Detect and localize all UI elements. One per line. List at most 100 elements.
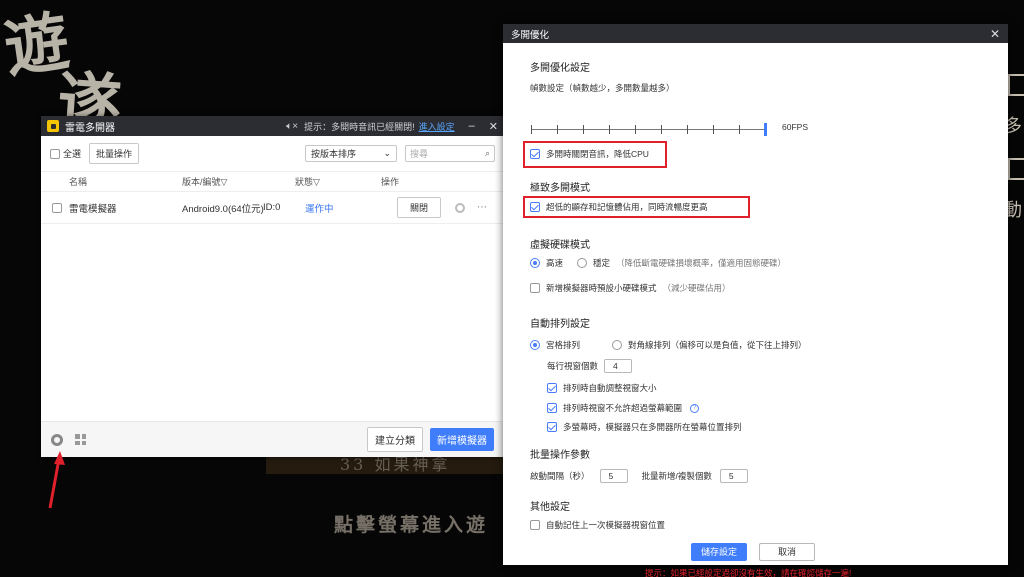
per-row-input[interactable]: 4 xyxy=(604,359,633,373)
help-icon[interactable]: ? xyxy=(690,403,700,413)
save-settings-button[interactable]: 儲存設定 xyxy=(691,543,747,561)
within-screen-checkbox[interactable] xyxy=(547,403,557,413)
multi-screen-label: 多螢幕時，模擬器只在多開器所在螢幕位置排列 xyxy=(563,422,742,432)
per-row-setting: 每行視窗個數 4 xyxy=(547,359,633,373)
small-disk-option: 新增模擬器時預設小硬碟模式 （減少硬碟佔用） xyxy=(530,282,731,294)
batch-count-input[interactable]: 5 xyxy=(719,469,748,483)
dialog-title: 多開優化 xyxy=(511,29,550,41)
radio-fast[interactable] xyxy=(530,258,540,268)
search-placeholder: 搜尋 xyxy=(410,149,429,159)
manager-title: 雷電多開器 xyxy=(65,122,115,134)
multi-screen-checkbox[interactable] xyxy=(547,422,557,432)
dialog-titlebar: 多開優化 ✕ xyxy=(503,24,1008,43)
fps-slider-handle[interactable] xyxy=(764,123,767,136)
arrange-option-2: 排列時視窗不允許超過螢幕範圍 ? xyxy=(547,402,700,414)
minimize-button[interactable]: – xyxy=(469,120,475,132)
row-checkbox[interactable] xyxy=(52,202,62,213)
filter-icon[interactable]: ▽ xyxy=(313,177,320,187)
search-icon: ⌕ xyxy=(484,148,490,158)
section-virtual-disk-heading: 虛擬硬碟模式 xyxy=(530,240,590,251)
emulator-name: 雷電模擬器 xyxy=(69,203,117,215)
column-action: 操作 xyxy=(381,177,400,187)
table-header: 名稱 版本/編號▽ 狀態▽ 操作 xyxy=(41,172,504,192)
section-optimization-heading: 多開優化設定 xyxy=(530,63,590,74)
create-group-button[interactable]: 建立分類 xyxy=(367,427,423,452)
close-button[interactable]: ✕ xyxy=(489,120,498,133)
table-row: 雷電模擬器 Android9.0(64位元) ID:0 運作中 關閉 ⋯ xyxy=(41,192,504,224)
filter-icon[interactable]: ▽ xyxy=(221,177,228,187)
new-emulator-button[interactable]: 新增模擬器 xyxy=(430,428,494,451)
extreme-mode-checkbox[interactable] xyxy=(530,202,540,212)
column-name: 名稱 xyxy=(69,177,88,187)
dialog-close-button[interactable]: ✕ xyxy=(990,27,1000,41)
small-disk-label: 新增模擬器時預設小硬碟模式 xyxy=(546,283,657,293)
interval-input[interactable]: 5 xyxy=(599,469,628,483)
remember-position-option: 自動記住上一次模擬器視窗位置 xyxy=(530,519,665,531)
auto-resize-label: 排列時自動調整視窗大小 xyxy=(563,383,657,393)
interval-label: 啟動間隔（秒） xyxy=(530,471,590,481)
manager-toolbar: 全選 批量操作 按版本排序 ⌄ 搜尋 ⌕ xyxy=(41,136,504,172)
remember-position-checkbox[interactable] xyxy=(530,520,540,530)
sort-select[interactable]: 按版本排序 ⌄ xyxy=(305,145,397,162)
gear-icon[interactable] xyxy=(51,433,63,446)
close-emulator-button[interactable]: 關閉 xyxy=(397,197,442,218)
more-icon[interactable]: ⋯ xyxy=(477,202,487,213)
cancel-button[interactable]: 取消 xyxy=(759,543,815,561)
ldplayer-logo-icon xyxy=(47,120,59,132)
multi-instance-manager-window: 雷電多開器 🔈︎× 提示：多開時音訊已經關閉! 進入設定 – ✕ 全選 批量操作… xyxy=(41,116,504,457)
radio-grid-label: 宮格排列 xyxy=(546,340,581,350)
red-arrow-annotation xyxy=(48,451,65,509)
emulator-version: Android9.0(64位元) xyxy=(182,203,264,215)
radio-diagonal[interactable] xyxy=(612,340,623,350)
section-extreme-heading: 極致多開模式 xyxy=(530,183,590,194)
save-hint: 提示：如果已經設定過卻沒有生效，請在確認儲存一遍! xyxy=(645,568,852,577)
column-status: 狀態▽ xyxy=(295,177,320,187)
small-disk-checkbox[interactable] xyxy=(530,283,540,293)
batch-operation-button[interactable]: 批量操作 xyxy=(89,143,140,164)
enter-settings-link[interactable]: 進入設定 xyxy=(419,120,455,133)
disk-mode-radios: 高速 穩定 （降低斷電硬碟損壞概率，僅適用固態硬碟） xyxy=(530,257,786,269)
arrange-option-1: 排列時自動調整視窗大小 xyxy=(547,382,657,394)
manager-titlebar: 雷電多開器 🔈︎× 提示：多開時音訊已經關閉! 進入設定 – ✕ xyxy=(41,116,504,136)
background-frame-shape xyxy=(1008,74,1024,96)
settings-icon[interactable] xyxy=(455,202,465,213)
dialog-body: 多開優化設定 幀數設定（幀數越少，多開數量越多） 60FPS 多開時關閉音訊，降… xyxy=(503,43,1008,577)
sort-select-value: 按版本排序 xyxy=(311,149,357,159)
section-other-heading: 其他設定 xyxy=(530,502,570,513)
small-disk-note: （減少硬碟佔用） xyxy=(662,283,731,293)
emulator-id: ID:0 xyxy=(263,202,281,213)
chevron-down-icon: ⌄ xyxy=(383,148,391,158)
fps-slider[interactable] xyxy=(531,123,767,136)
fps-value: 60FPS xyxy=(782,122,808,132)
mute-option: 多開時關閉音訊，降低CPU xyxy=(530,148,649,160)
batch-params: 啟動間隔（秒） 5 批量新增/複製個數 5 xyxy=(530,469,748,483)
column-version: 版本/編號▽ xyxy=(182,177,228,187)
auto-resize-checkbox[interactable] xyxy=(547,383,557,393)
remember-position-label: 自動記住上一次模擬器視窗位置 xyxy=(546,520,666,530)
section-arrange-heading: 自動排列設定 xyxy=(530,319,590,330)
speaker-muted-icon[interactable]: 🔈︎× xyxy=(286,121,298,132)
arrange-mode-radios: 宮格排列 對角線排列（偏移可以是負值，從下往上排列） xyxy=(530,339,807,351)
batch-count-label: 批量新增/複製個數 xyxy=(641,471,712,481)
radio-grid[interactable] xyxy=(530,340,540,350)
mute-audio-checkbox[interactable] xyxy=(530,149,540,159)
radio-stable[interactable] xyxy=(577,258,588,268)
radio-diagonal-label: 對角線排列（偏移可以是負值，從下往上排列） xyxy=(628,340,807,350)
manager-footer: 建立分類 新增模擬器 xyxy=(41,421,504,457)
background-frame-shape xyxy=(1008,158,1024,180)
per-row-label: 每行視窗個數 xyxy=(547,361,599,371)
audio-tip: 提示：多開時音訊已經關閉! xyxy=(304,121,415,132)
multi-instance-optimization-dialog: 多開優化 ✕ 多開優化設定 幀數設定（幀數越少，多開數量越多） 60FPS 多開… xyxy=(503,24,1008,577)
grid-icon[interactable] xyxy=(75,434,86,445)
select-all-checkbox[interactable] xyxy=(50,148,60,159)
section-batch-heading: 批量操作參數 xyxy=(530,450,590,461)
fps-setting-label: 幀數設定（幀數越少，多開數量越多） xyxy=(530,83,675,93)
radio-fast-label: 高速 xyxy=(546,258,564,268)
stable-note: （降低斷電硬碟損壞概率，僅適用固態硬碟） xyxy=(616,258,787,268)
select-all-label: 全選 xyxy=(63,149,82,159)
background-tap-text: 點擊螢幕進入遊 xyxy=(334,514,489,536)
search-input[interactable]: 搜尋 ⌕ xyxy=(405,145,495,162)
emulator-status: 運作中 xyxy=(305,203,334,215)
arrange-option-3: 多螢幕時，模擬器只在多開器所在螢幕位置排列 xyxy=(547,421,742,433)
within-screen-label: 排列時視窗不允許超過螢幕範圍 xyxy=(563,403,683,413)
